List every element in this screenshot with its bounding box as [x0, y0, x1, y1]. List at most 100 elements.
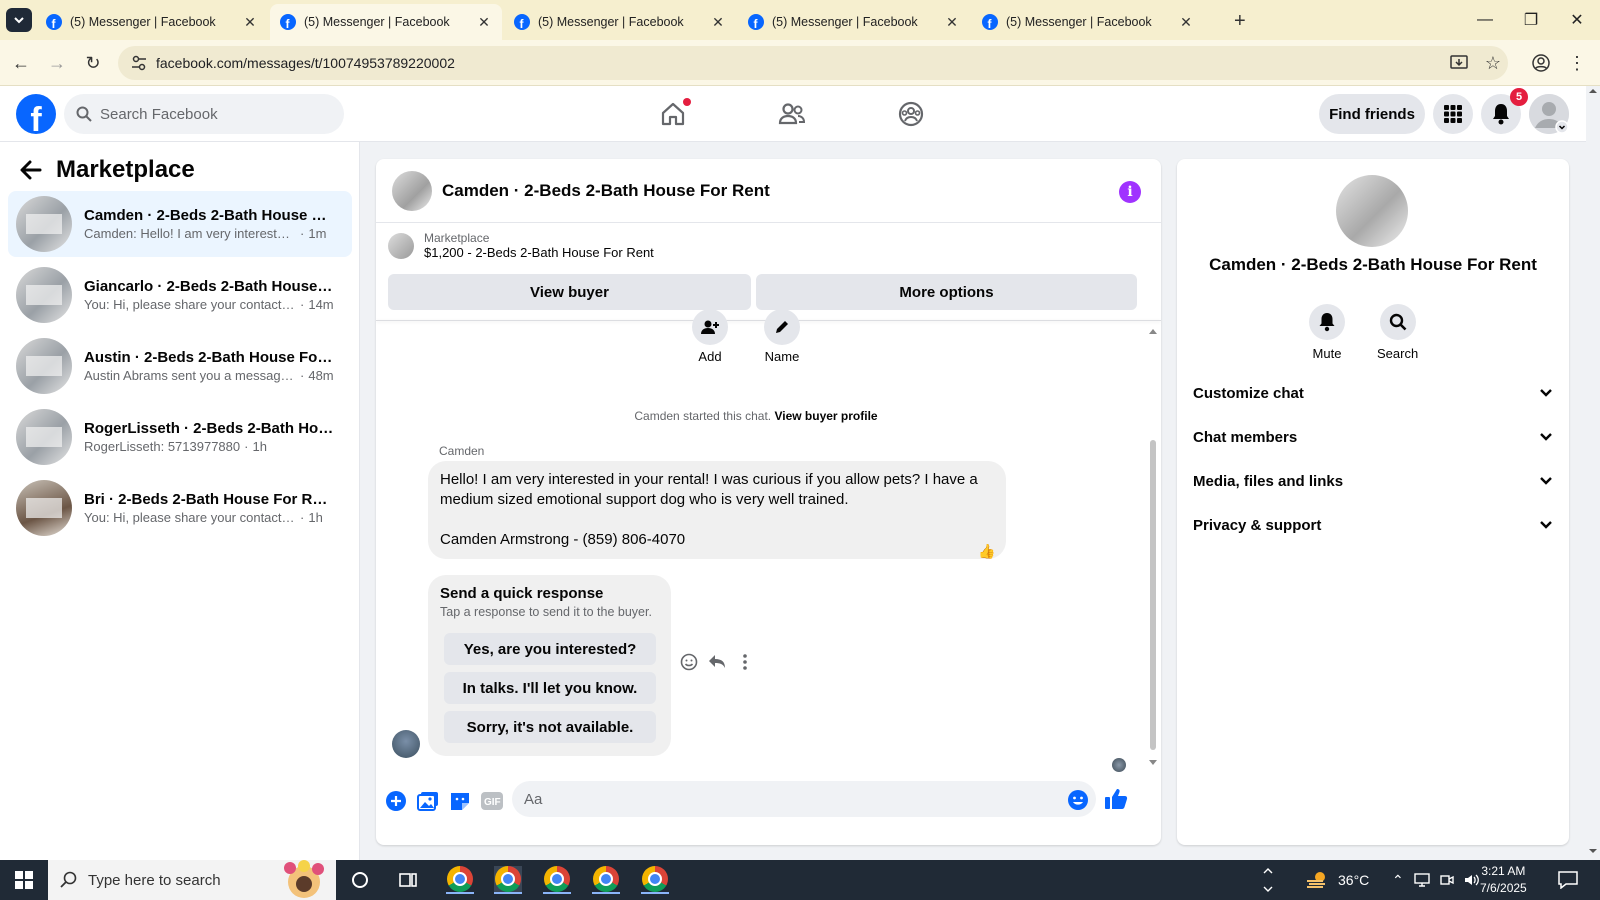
- profile-icon[interactable]: [1530, 52, 1552, 74]
- more-actions-icon[interactable]: [734, 651, 756, 673]
- cortana-icon[interactable]: [346, 866, 374, 894]
- conversation-preview: RogerLisseth: 5713977880: [84, 439, 241, 454]
- weather-widget[interactable]: 36°C: [1306, 860, 1369, 900]
- chat-started-notice: Camden started this chat. View buyer pro…: [376, 409, 1136, 423]
- conversation-item[interactable]: Bri · 2-Beds 2-Bath House For Rent You: …: [8, 475, 352, 541]
- chat-title[interactable]: Camden · 2-Beds 2-Bath House For Rent: [442, 181, 770, 201]
- find-friends-button[interactable]: Find friends: [1319, 94, 1425, 134]
- section-label: Customize chat: [1193, 384, 1304, 402]
- taskbar-search-input[interactable]: Type here to search: [48, 860, 336, 900]
- back-button[interactable]: ←: [10, 52, 32, 74]
- windows-start-icon[interactable]: [10, 866, 38, 894]
- restore-button[interactable]: ❐: [1508, 0, 1554, 40]
- url-field[interactable]: facebook.com/messages/t/1007495378922000…: [118, 46, 1508, 80]
- page-scrollbar[interactable]: [1586, 86, 1600, 860]
- reply-icon[interactable]: [706, 651, 728, 673]
- message-input[interactable]: Aa: [512, 781, 1096, 817]
- browser-tab[interactable]: f (5) Messenger | Facebook ✕: [972, 4, 1204, 40]
- view-buyer-profile-link[interactable]: View buyer profile: [774, 409, 877, 423]
- conversation-info-panel: Camden · 2-Beds 2-Bath House For Rent Mu…: [1177, 159, 1569, 845]
- conversation-item[interactable]: Giancarlo · 2-Beds 2-Bath House F... You…: [8, 262, 352, 328]
- volume-icon[interactable]: [1464, 873, 1480, 887]
- conversation-item[interactable]: RogerLisseth · 2-Beds 2-Bath Hous... Rog…: [8, 404, 352, 470]
- info-icon[interactable]: i: [1119, 181, 1141, 203]
- photo-icon[interactable]: [416, 789, 440, 813]
- like-thumbs-up-icon[interactable]: [1104, 787, 1128, 811]
- add-action[interactable]: Add: [692, 309, 728, 364]
- view-buyer-button[interactable]: View buyer: [388, 274, 751, 310]
- facebook-logo[interactable]: f: [16, 94, 56, 134]
- incoming-message-bubble[interactable]: Hello! I am very interested in your rent…: [428, 461, 1006, 559]
- chat-members-section[interactable]: Chat members: [1193, 418, 1553, 456]
- chevron-up-icon[interactable]: ⌃: [1392, 872, 1404, 889]
- tab-title: (5) Messenger | Facebook: [1006, 15, 1152, 29]
- privacy-support-section[interactable]: Privacy & support: [1193, 506, 1553, 544]
- bookmark-star-icon[interactable]: ☆: [1482, 52, 1504, 74]
- back-arrow-icon[interactable]: [20, 160, 42, 180]
- chrome-taskbar-icon[interactable]: [446, 866, 474, 894]
- quick-response-option[interactable]: Yes, are you interested?: [444, 633, 656, 665]
- tab-close-icon[interactable]: ✕: [944, 14, 960, 30]
- react-icon[interactable]: [678, 651, 700, 673]
- menu-grid-button[interactable]: [1433, 94, 1473, 134]
- home-icon[interactable]: [657, 98, 691, 130]
- minimize-button[interactable]: —: [1462, 0, 1508, 40]
- section-label: Media, files and links: [1193, 472, 1344, 490]
- groups-icon[interactable]: [895, 98, 927, 130]
- browser-tab-active[interactable]: f (5) Messenger | Facebook ✕: [270, 4, 502, 40]
- sticker-icon[interactable]: [448, 789, 472, 813]
- conversation-title: Camden · 2-Beds 2-Bath House For Rent: [1209, 255, 1537, 274]
- browser-tab[interactable]: f (5) Messenger | Facebook ✕: [504, 4, 736, 40]
- quick-response-option[interactable]: In talks. I'll let you know.: [444, 672, 656, 704]
- scrollbar-thumb[interactable]: [1150, 440, 1156, 750]
- gif-icon[interactable]: GIF: [480, 789, 504, 813]
- chat-header: Camden · 2-Beds 2-Bath House For Rent i: [376, 159, 1161, 223]
- tab-close-icon[interactable]: ✕: [710, 14, 726, 30]
- taskbar-scroll-icon[interactable]: [1261, 866, 1275, 894]
- more-options-button[interactable]: More options: [756, 274, 1137, 310]
- mute-button[interactable]: Mute: [1309, 304, 1345, 361]
- scroll-up-icon: [1589, 89, 1597, 93]
- conversation-item[interactable]: Camden · 2-Beds 2-Bath House Fo... Camde…: [8, 191, 352, 257]
- tab-close-icon[interactable]: ✕: [242, 14, 258, 30]
- search-icon: [76, 106, 92, 122]
- marketplace-listing-info[interactable]: Marketplace $1,200 - 2-Beds 2-Bath House…: [388, 231, 654, 260]
- tab-search-dropdown[interactable]: [6, 8, 32, 32]
- new-tab-button[interactable]: +: [1234, 10, 1246, 33]
- notification-center-icon[interactable]: [1554, 866, 1582, 894]
- read-receipt-avatar: [1112, 758, 1126, 772]
- chrome-taskbar-icon[interactable]: [494, 866, 522, 894]
- name-action[interactable]: Name: [764, 309, 800, 364]
- network-icon[interactable]: [1414, 873, 1430, 887]
- facebook-search-input[interactable]: Search Facebook: [64, 94, 344, 134]
- quick-response-option[interactable]: Sorry, it's not available.: [444, 711, 656, 743]
- meet-now-icon[interactable]: [1440, 873, 1454, 887]
- browser-tab[interactable]: f (5) Messenger | Facebook ✕: [738, 4, 970, 40]
- reload-button[interactable]: ↻: [82, 52, 104, 74]
- close-window-button[interactable]: ✕: [1554, 0, 1600, 40]
- system-clock[interactable]: 3:21 AM 7/6/2025: [1480, 863, 1527, 897]
- page-title: Marketplace: [56, 156, 195, 183]
- chat-scrollbar[interactable]: [1148, 327, 1158, 767]
- chat-avatar[interactable]: [392, 170, 432, 211]
- task-view-icon[interactable]: [394, 866, 422, 894]
- tab-close-icon[interactable]: ✕: [1178, 14, 1194, 30]
- chrome-taskbar-icon[interactable]: [543, 866, 571, 894]
- more-attachments-icon[interactable]: [384, 789, 408, 813]
- forward-button[interactable]: →: [46, 52, 68, 74]
- chrome-taskbar-icon[interactable]: [592, 866, 620, 894]
- browser-menu-icon[interactable]: ⋮: [1566, 52, 1588, 74]
- install-app-icon[interactable]: [1448, 52, 1470, 74]
- browser-tab[interactable]: f (5) Messenger | Facebook ✕: [36, 4, 268, 40]
- emoji-icon[interactable]: [1066, 788, 1090, 812]
- customize-chat-section[interactable]: Customize chat: [1193, 374, 1553, 412]
- quick-response-card: Send a quick response Tap a response to …: [428, 575, 671, 756]
- tab-close-icon[interactable]: ✕: [476, 14, 492, 30]
- chrome-taskbar-icon[interactable]: [641, 866, 669, 894]
- conversation-preview: You: Hi, please share your contact nu...: [84, 510, 296, 525]
- media-files-links-section[interactable]: Media, files and links: [1193, 462, 1553, 500]
- account-avatar[interactable]: [1529, 94, 1569, 134]
- conversation-item[interactable]: Austin · 2-Beds 2-Bath House For ... Aus…: [8, 333, 352, 399]
- search-in-conversation-button[interactable]: Search: [1377, 304, 1418, 361]
- friends-icon[interactable]: [776, 98, 808, 130]
